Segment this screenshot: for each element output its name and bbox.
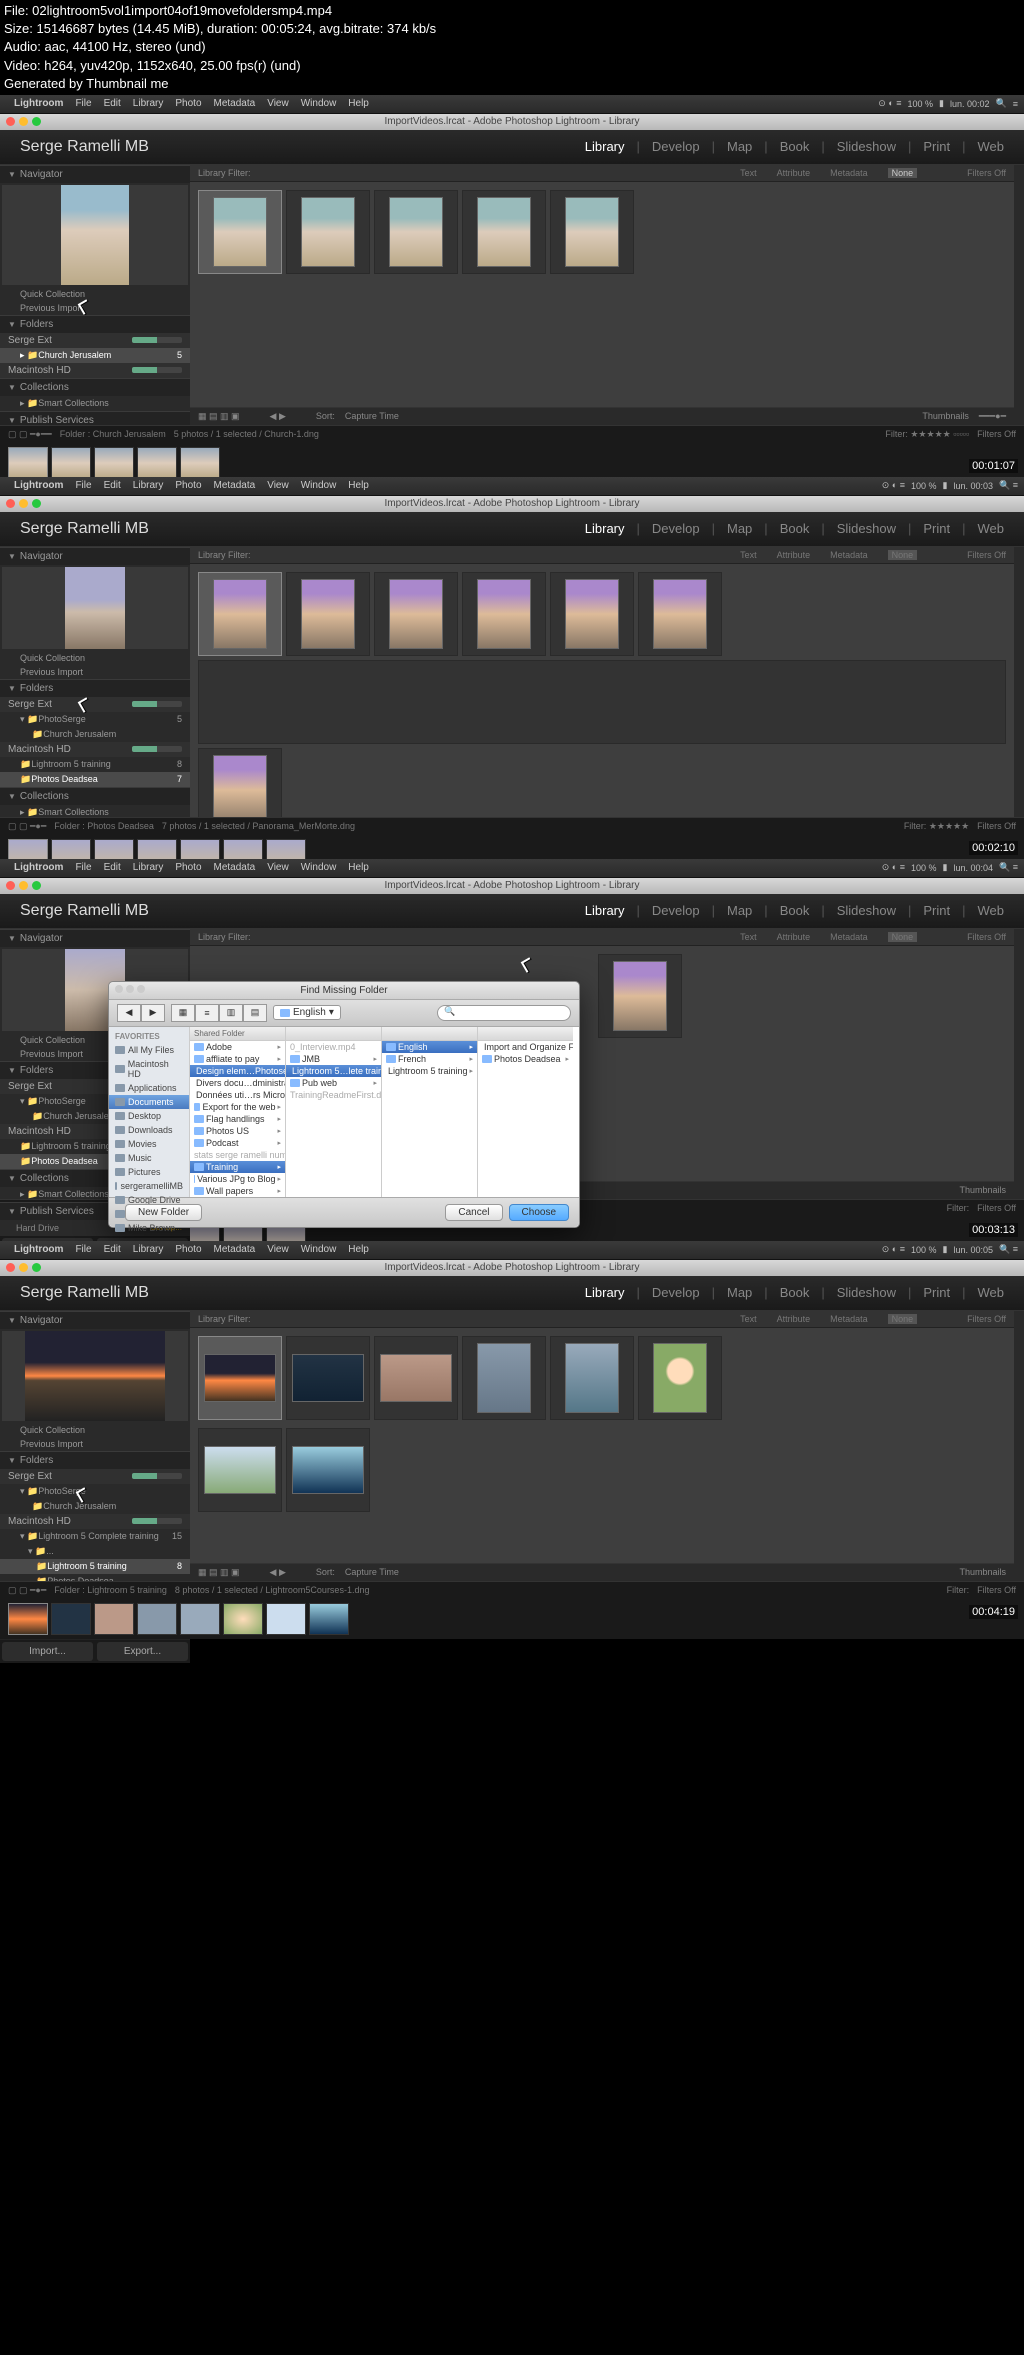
module-web[interactable]: Web — [978, 139, 1005, 154]
filmstrip-thumb[interactable] — [94, 447, 134, 479]
folder-row[interactable]: 📁 Lightroom 5 training8 — [0, 757, 190, 772]
grid-toolbar[interactable]: ▦ ▤ ▥ ▣◀ ▶ Sort:Capture Time Thumbnails━… — [190, 407, 1014, 425]
view-cover-button[interactable]: ▤ — [243, 1004, 267, 1022]
cancel-button[interactable]: Cancel — [445, 1204, 502, 1221]
wifi-icon[interactable]: ⊙ ◐ ≡ — [878, 98, 901, 109]
sidebar-item[interactable]: Movies — [109, 1137, 189, 1151]
sidebar-item[interactable]: Desktop — [109, 1109, 189, 1123]
filmstrip-thumb[interactable] — [8, 447, 48, 479]
identity-plate: Serge Ramelli MB — [20, 138, 149, 156]
grid-cell[interactable] — [286, 190, 370, 274]
grid-cell[interactable] — [550, 1336, 634, 1420]
drive-row[interactable]: Serge Ext — [0, 333, 190, 348]
back-button[interactable]: ◀ — [117, 1004, 141, 1022]
window-titlebar: ImportVideos.lrcat - Adobe Photoshop Lig… — [0, 114, 1024, 130]
navigator-header[interactable]: ▼Navigator — [0, 165, 190, 183]
sidebar-item[interactable]: All My Files — [109, 1043, 189, 1057]
sidebar-item-selected[interactable]: Documents — [109, 1095, 189, 1109]
grid-cell[interactable] — [198, 190, 282, 274]
screenshot-2: Lightroom FileEditLibraryPhotoMetadataVi… — [0, 477, 1024, 857]
screenshot-3: Lightroom FileEditLibraryPhotoMetadataVi… — [0, 859, 1024, 1239]
module-develop[interactable]: Develop — [652, 139, 700, 154]
catalog-quick[interactable]: Quick Collection — [0, 287, 190, 301]
new-folder-button[interactable]: New Folder — [125, 1204, 202, 1221]
sidebar-item[interactable]: Music — [109, 1151, 189, 1165]
sidebar-item[interactable]: Applications — [109, 1081, 189, 1095]
grid-cell[interactable] — [638, 572, 722, 656]
filmstrip-thumb[interactable] — [51, 447, 91, 479]
screenshot-1: Lightroom File Edit Library Photo Metada… — [0, 95, 1024, 475]
forward-button[interactable]: ▶ — [141, 1004, 165, 1022]
navigator-preview[interactable] — [2, 185, 188, 285]
sidebar-item[interactable]: Downloads — [109, 1123, 189, 1137]
grid-cell[interactable] — [462, 190, 546, 274]
filmstrip-thumb[interactable] — [180, 447, 220, 479]
grid-cell[interactable] — [286, 1336, 370, 1420]
sidebar-item[interactable]: Macintosh HD — [109, 1057, 189, 1081]
grid-cell[interactable] — [550, 190, 634, 274]
find-missing-folder-dialog[interactable]: Find Missing Folder ◀▶ ▦≡▥▤ English▾ 🔍 F… — [108, 981, 580, 1228]
folder-row[interactable]: 📁 Church Jerusalem — [0, 727, 190, 742]
finder-column-4[interactable]: Import and Organize Files▸ Photos Deadse… — [478, 1027, 573, 1197]
grid-cell[interactable] — [374, 572, 458, 656]
finder-column-1[interactable]: Shared Folder Adobe▸ affliate to pay▸ De… — [190, 1027, 286, 1197]
left-panel[interactable]: ▼Navigator Quick Collection Previous Imp… — [0, 165, 190, 425]
file-metadata: File: 02lightroom5vol1import04of19movefo… — [0, 0, 1024, 95]
grid-cell[interactable] — [638, 1336, 722, 1420]
finder-sidebar[interactable]: FAVORITES All My Files Macintosh HD Appl… — [109, 1027, 190, 1197]
sidebar-item[interactable]: sergeramelliMB — [109, 1179, 189, 1193]
spotlight-icon[interactable]: 🔍 — [996, 98, 1007, 109]
smart-collections[interactable]: ▸ 📁 Smart Collections — [0, 396, 190, 411]
dialog-titlebar: Find Missing Folder — [109, 982, 579, 1000]
grid-cell[interactable] — [198, 1336, 282, 1420]
folder-selected[interactable]: 📁 Photos Deadsea7 — [0, 772, 190, 787]
close-button[interactable] — [6, 117, 15, 126]
module-slideshow[interactable]: Slideshow — [837, 139, 896, 154]
module-picker[interactable]: Library| Develop| Map| Book| Slideshow| … — [585, 139, 1004, 154]
library-filter[interactable]: Library Filter: Text Attribute Metadata … — [190, 165, 1014, 182]
view-list-button[interactable]: ≡ — [195, 1004, 219, 1022]
choose-button[interactable]: Choose — [509, 1204, 569, 1221]
view-column-button[interactable]: ▥ — [219, 1004, 243, 1022]
filmstrip-info: ▢ ▢ ━●━━ Folder : Church Jerusalem 5 pho… — [0, 425, 1024, 443]
minimize-button[interactable] — [19, 117, 28, 126]
catalog-previous[interactable]: Previous Import — [0, 301, 190, 315]
collections-header[interactable]: ▼Collections — [0, 378, 190, 396]
module-book[interactable]: Book — [780, 139, 810, 154]
grid-cell[interactable] — [550, 572, 634, 656]
filmstrip-thumb[interactable] — [137, 447, 177, 479]
path-dropdown[interactable]: English▾ — [273, 1005, 341, 1020]
grid-cell[interactable] — [374, 190, 458, 274]
grid-cell[interactable] — [374, 1336, 458, 1420]
view-icon-button[interactable]: ▦ — [171, 1004, 195, 1022]
screenshot-4: Lightroom FileEditLibraryPhotoMetadataVi… — [0, 1241, 1024, 1621]
folder-row[interactable]: ▾ 📁 PhotoSerge5 — [0, 712, 190, 727]
mac-menubar[interactable]: Lightroom File Edit Library Photo Metada… — [0, 95, 1024, 114]
grid-view[interactable] — [190, 182, 1014, 407]
folders-header[interactable]: ▼Folders — [0, 315, 190, 333]
folder-selected[interactable]: ▸ 📁 Church Jerusalem5 — [0, 348, 190, 363]
app-menu[interactable]: Lightroom — [14, 98, 63, 109]
grid-cell[interactable] — [198, 572, 282, 656]
grid-cell[interactable] — [198, 660, 1006, 744]
grid-cell[interactable] — [286, 1428, 370, 1512]
finder-column-3[interactable]: English▸ French▸ Lightroom 5 training▸ — [382, 1027, 478, 1197]
drive-row[interactable]: Macintosh HD — [0, 363, 190, 378]
sidebar-item[interactable]: Pictures — [109, 1165, 189, 1179]
grid-cell[interactable] — [198, 1428, 282, 1512]
search-input[interactable]: 🔍 — [437, 1005, 571, 1021]
video-timestamp: 00:01:07 — [969, 459, 1018, 473]
grid-cell[interactable] — [286, 572, 370, 656]
sidebar-item[interactable]: Mike Brown — [109, 1221, 189, 1235]
grid-cell[interactable] — [462, 1336, 546, 1420]
module-print[interactable]: Print — [923, 139, 950, 154]
module-library[interactable]: Library — [585, 139, 625, 154]
zoom-button[interactable] — [32, 117, 41, 126]
module-map[interactable]: Map — [727, 139, 752, 154]
grid-cell[interactable] — [462, 572, 546, 656]
finder-column-2[interactable]: 0_Interview.mp4 JMB▸ Lightroom 5…lete tr… — [286, 1027, 382, 1197]
